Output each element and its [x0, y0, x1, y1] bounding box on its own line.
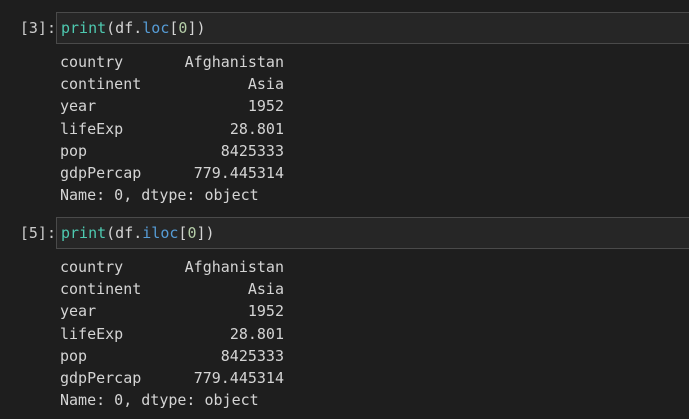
output-key: pop	[60, 141, 88, 160]
output-key: lifeExp	[60, 119, 124, 138]
output-row: lifeExp 28.801	[60, 323, 290, 345]
output-key: year	[60, 302, 97, 321]
output-value: 28.801	[229, 324, 284, 343]
output-value: 1952	[247, 97, 284, 116]
output-value: 28.801	[229, 119, 284, 138]
output-row: year 1952	[60, 95, 290, 117]
output-key: gdpPercap	[60, 163, 142, 182]
output-key: country	[60, 53, 124, 71]
attribute-name: loc	[142, 19, 170, 37]
cell-output: country Afghanistan continent Asia year 195…	[60, 51, 290, 206]
output-key: year	[60, 97, 97, 116]
output-row: pop 8425333	[60, 345, 290, 367]
output-row: year 1952	[60, 300, 290, 322]
function-name: print	[61, 224, 107, 242]
output-value: 779.445314	[193, 368, 284, 387]
output-row: continent Asia	[60, 73, 290, 95]
function-name: print	[61, 19, 107, 37]
output-value: Afghanistan	[184, 53, 284, 71]
code-line: print(df.iloc[0])	[61, 222, 215, 244]
output-value: 1952	[247, 302, 284, 321]
output-footer: Name: 0, dtype: object	[60, 186, 259, 205]
output-value: 8425333	[220, 141, 284, 160]
output-row: country Afghanistan	[60, 256, 290, 278]
output-value: Asia	[247, 280, 284, 299]
code-input[interactable]: print(df.loc[0])	[56, 12, 689, 44]
output-row: pop 8425333	[60, 140, 290, 162]
output-value: 779.445314	[193, 163, 284, 182]
output-key: continent	[60, 75, 142, 94]
code-input[interactable]: print(df.iloc[0])	[56, 217, 689, 249]
code-line: print(df.loc[0])	[61, 17, 206, 39]
output-row: gdpPercap 779.445314	[60, 367, 290, 389]
execution-count: [5]:	[19, 224, 56, 242]
output-value: Afghanistan	[184, 258, 284, 276]
output-value: 8425333	[220, 346, 284, 365]
output-row: lifeExp 28.801	[60, 118, 290, 140]
attribute-name: iloc	[142, 224, 179, 242]
output-key: gdpPercap	[60, 368, 142, 387]
cell-output: country Afghanistan continent Asia year 195…	[60, 256, 290, 411]
output-key: country	[60, 258, 124, 276]
output-key: lifeExp	[60, 324, 124, 343]
output-key: continent	[60, 280, 142, 299]
output-row: continent Asia	[60, 278, 290, 300]
output-row: gdpPercap 779.445314	[60, 162, 290, 184]
output-key: pop	[60, 346, 88, 365]
output-row: country Afghanistan	[60, 51, 290, 73]
notebook: [3]: print(df.loc[0]) country Afghanistan…	[0, 0, 689, 419]
code-punct: (df.	[106, 19, 143, 37]
code-close: ])	[187, 19, 206, 37]
code-close: ])	[196, 224, 215, 242]
output-value: Asia	[247, 75, 284, 94]
execution-count: [3]:	[19, 19, 56, 37]
output-footer: Name: 0, dtype: object	[60, 391, 259, 410]
code-punct: (df.	[106, 224, 143, 242]
